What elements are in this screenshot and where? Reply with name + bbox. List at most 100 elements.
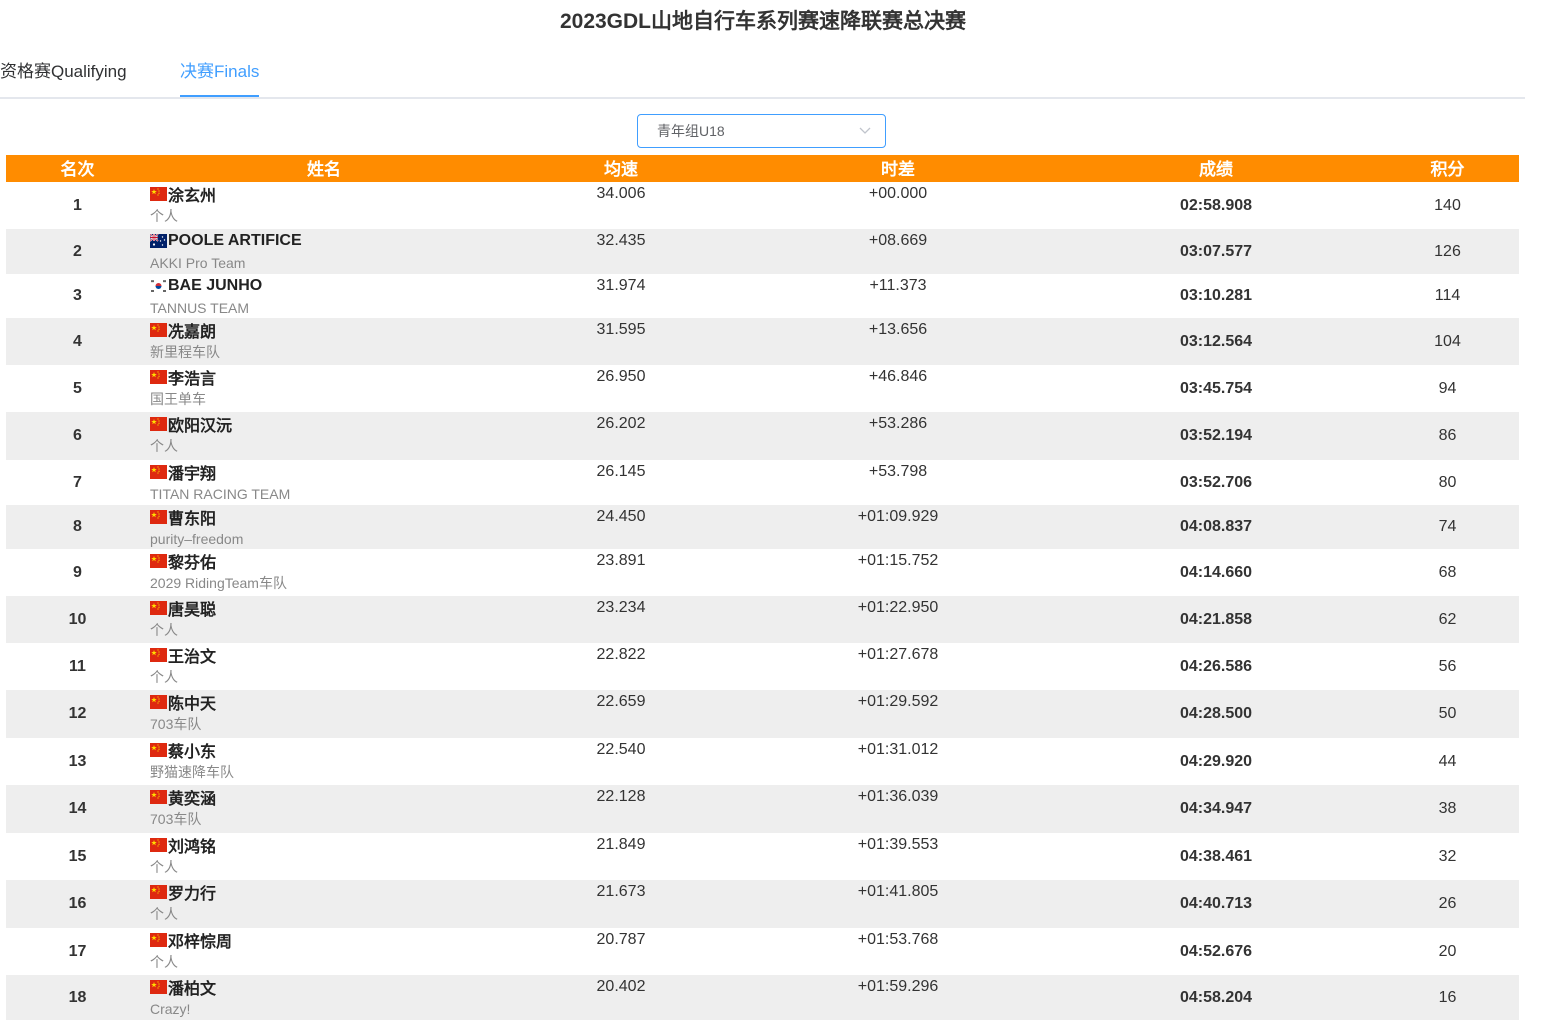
china-flag-icon: [150, 187, 167, 201]
header-gap: 时差: [881, 160, 915, 179]
table-row: 11 王治文 个人 22.822 +01:27.678 04:26.586 56: [6, 643, 1519, 690]
rider-name: 涂玄州: [168, 188, 217, 205]
result-cell: 04:14.660: [1179, 564, 1253, 581]
team-name: 703车队: [150, 716, 202, 732]
result-cell: 03:52.706: [1179, 474, 1253, 491]
rider-cell: BAE JUNHO TANNUS TEAM: [150, 276, 262, 317]
chevron-down-icon: [859, 127, 871, 134]
team-name: purity–freedom: [150, 531, 244, 547]
rider-cell: POOLE ARTIFICE AKKI Pro Team: [150, 231, 302, 272]
gap-cell: +01:53.768: [857, 931, 939, 948]
rank-cell: 16: [68, 895, 87, 912]
team-name: AKKI Pro Team: [150, 255, 246, 271]
speed-cell: 34.006: [596, 185, 646, 202]
gap-cell: +01:39.553: [857, 836, 939, 853]
gap-cell: +01:22.950: [857, 599, 939, 616]
rider-name: BAE JUNHO: [168, 277, 263, 294]
speed-cell: 23.891: [596, 552, 646, 569]
rank-cell: 7: [73, 474, 82, 491]
table-row: 12 陈中天 703车队 22.659 +01:29.592 04:28.500 50: [6, 690, 1519, 738]
team-name: 新里程车队: [150, 344, 220, 360]
gap-cell: +53.286: [868, 415, 928, 432]
result-cell: 04:34.947: [1179, 800, 1253, 817]
header-name: 姓名: [307, 160, 341, 179]
points-cell: 94: [1438, 380, 1457, 397]
header-result: 成绩: [1199, 160, 1233, 179]
speed-cell: 21.849: [596, 836, 646, 853]
result-cell: 04:21.858: [1179, 611, 1253, 628]
rider-name: 李浩言: [168, 371, 217, 388]
table-header: 名次 姓名 均速 时差 成绩 积分: [6, 155, 1519, 182]
gap-cell: +01:09.929: [857, 508, 939, 525]
points-cell: 68: [1438, 564, 1457, 581]
category-select[interactable]: 青年组U18: [637, 114, 886, 148]
rider-name: 欧阳汉沅: [168, 418, 233, 435]
table-row: 14 黄奕涵 703车队 22.128 +01:36.039 04:34.947 38: [6, 785, 1519, 833]
china-flag-icon: [150, 790, 167, 804]
team-name: Crazy!: [150, 1001, 191, 1017]
rider-name: 潘宇翔: [168, 466, 217, 483]
gap-cell: +01:59.296: [857, 978, 939, 995]
speed-cell: 22.128: [596, 788, 646, 805]
table-row: 18 潘柏文 Crazy! 20.402 +01:59.296 04:58.204 16: [6, 975, 1519, 1020]
points-cell: 26: [1438, 895, 1457, 912]
points-cell: 56: [1438, 658, 1457, 675]
rider-cell: 罗力行 个人: [150, 882, 216, 923]
team-name: 个人: [150, 208, 178, 224]
rider-name: 陈中天: [168, 696, 217, 713]
result-cell: 04:08.837: [1179, 518, 1253, 535]
rider-cell: 唐昊聪 个人: [150, 598, 216, 639]
tab-finals[interactable]: 决赛Finals: [180, 55, 260, 97]
header-points: 积分: [1430, 160, 1465, 179]
rider-name: 潘柏文: [168, 981, 217, 998]
gap-cell: +01:41.805: [857, 883, 939, 900]
tab-bar: 资格赛Qualifying 决赛Finals: [0, 55, 1525, 99]
points-cell: 74: [1438, 518, 1457, 535]
points-cell: 44: [1438, 753, 1457, 770]
rider-cell: 蔡小东 野猫速降车队: [150, 740, 234, 781]
result-cell: 03:12.564: [1179, 333, 1253, 350]
points-cell: 126: [1434, 243, 1461, 260]
result-cell: 04:58.204: [1179, 989, 1253, 1006]
gap-cell: +53.798: [868, 463, 928, 480]
points-cell: 38: [1438, 800, 1457, 817]
result-cell: 03:45.754: [1179, 380, 1253, 397]
china-flag-icon: [150, 838, 167, 852]
gap-cell: +01:36.039: [857, 788, 939, 805]
tab-qualifying[interactable]: 资格赛Qualifying: [0, 55, 127, 95]
china-flag-icon: [150, 885, 167, 899]
result-cell: 03:10.281: [1179, 287, 1253, 304]
gap-cell: +01:31.012: [857, 741, 939, 758]
table-row: 2 POOLE ARTIFICE AKKI Pro Team 32.435 +08.66…: [6, 229, 1519, 274]
rank-cell: 10: [68, 611, 87, 628]
results-table: 名次 姓名 均速 时差 成绩 积分 1 涂玄州 个人 34.006 +00.000 02:…: [6, 155, 1519, 1020]
china-flag-icon: [150, 980, 167, 994]
result-cell: 03:07.577: [1179, 243, 1253, 260]
rider-cell: 黎芬佑 2029 RidingTeam车队: [150, 551, 287, 592]
rank-cell: 13: [68, 753, 87, 770]
china-flag-icon: [150, 695, 167, 709]
points-cell: 20: [1438, 943, 1457, 960]
speed-cell: 21.673: [596, 883, 646, 900]
table-row: 13 蔡小东 野猫速降车队 22.540 +01:31.012 04:29.920 44: [6, 738, 1519, 785]
points-cell: 104: [1434, 333, 1461, 350]
table-body: 1 涂玄州 个人 34.006 +00.000 02:58.908 140 2 POOLE AR…: [6, 182, 1519, 1020]
australia-flag-icon: [150, 234, 167, 248]
category-select-value: 青年组U18: [657, 123, 725, 139]
points-cell: 62: [1438, 611, 1457, 628]
rank-cell: 6: [73, 427, 82, 444]
china-flag-icon: [150, 933, 167, 947]
result-cell: 04:28.500: [1179, 705, 1253, 722]
result-cell: 04:40.713: [1179, 895, 1253, 912]
team-name: 个人: [150, 622, 178, 638]
china-flag-icon: [150, 417, 167, 431]
result-cell: 04:29.920: [1179, 753, 1253, 770]
rank-cell: 4: [73, 333, 82, 350]
rank-cell: 17: [68, 943, 87, 960]
result-cell: 04:26.586: [1179, 658, 1253, 675]
speed-cell: 20.787: [596, 931, 646, 948]
header-rank: 名次: [60, 160, 95, 179]
rider-cell: 黄奕涵 703车队: [150, 787, 216, 828]
speed-cell: 22.822: [596, 646, 646, 663]
result-cell: 04:38.461: [1179, 848, 1253, 865]
